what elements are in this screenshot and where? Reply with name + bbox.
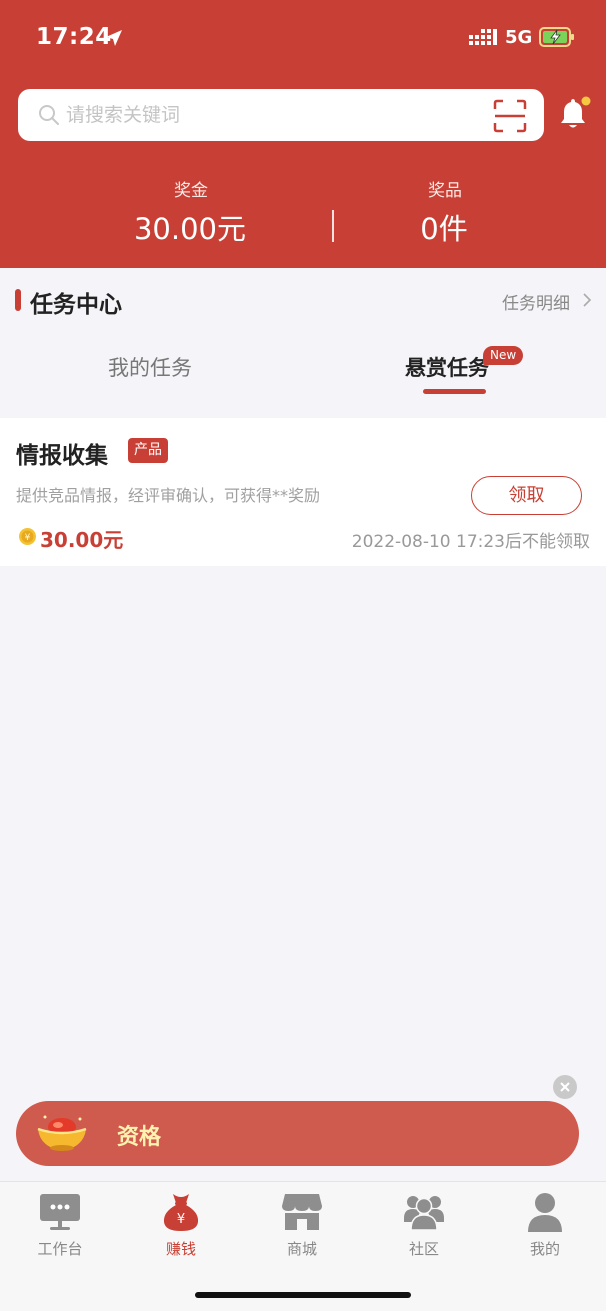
tabbar-item-community[interactable]: 社区 <box>374 1182 474 1262</box>
signal-icon <box>469 29 497 45</box>
new-badge: New <box>483 346 524 365</box>
prize-label: 奖品 <box>428 181 462 201</box>
section-title: 任务中心 <box>30 292 122 318</box>
tabbar-label: 商城 <box>286 1240 317 1258</box>
task-description: 提供竞品情报，经评审确认，可获得**奖励 <box>16 486 321 505</box>
svg-text:¥: ¥ <box>177 1212 185 1227</box>
store-icon <box>282 1194 322 1230</box>
coin-icon: ¥ <box>19 528 36 545</box>
prize-value[interactable]: 0件 <box>344 206 544 248</box>
tabbar-label: 赚钱 <box>165 1240 196 1258</box>
tabbar-label: 我的 <box>529 1240 560 1258</box>
task-deadline: 2022-08-10 17:23后不能领取 <box>351 532 590 552</box>
chevron-right-icon[interactable] <box>582 292 592 308</box>
money-bag-icon: ¥ <box>163 1194 199 1231</box>
task-center-header: 任务中心 任务明细 我的任务 悬赏任务 New <box>0 268 606 418</box>
tabbar-item-workbench[interactable]: 工作台 <box>10 1182 110 1262</box>
stats-panel: 奖金 30.00元 奖品 0件 <box>0 172 606 252</box>
title-accent-bar <box>15 289 21 311</box>
bell-icon[interactable] <box>558 96 592 132</box>
banner-close-button[interactable] <box>553 1075 577 1099</box>
task-tag: 产品 <box>128 438 168 463</box>
task-reward: 30.00元 <box>40 528 124 552</box>
search-icon <box>39 105 59 125</box>
treasure-bowl-icon <box>37 1115 87 1151</box>
tab-reward-tasks[interactable]: 悬赏任务 <box>405 352 489 382</box>
svg-text:¥: ¥ <box>25 533 31 543</box>
tabbar-item-profile[interactable]: 我的 <box>495 1182 595 1262</box>
task-card[interactable]: 情报收集 产品 提供竞品情报，经评审确认，可获得**奖励 领取 ¥ 30.00元… <box>0 418 606 566</box>
header: 17:24 5G 请搜索关键词 奖金 30.00元 奖品 0件 <box>0 0 606 268</box>
status-time: 17:24 <box>36 24 112 50</box>
community-icon <box>404 1196 444 1231</box>
task-title: 情报收集 <box>16 443 108 469</box>
tabbar-item-store[interactable]: 商城 <box>252 1182 352 1262</box>
tabbar-label: 社区 <box>408 1240 439 1258</box>
tabbar-item-earn[interactable]: ¥ 赚钱 <box>131 1182 231 1262</box>
location-arrow-icon <box>106 30 122 46</box>
workbench-icon <box>40 1194 80 1230</box>
active-tab-indicator <box>423 389 486 394</box>
close-icon <box>560 1082 570 1092</box>
status-bar: 17:24 5G <box>0 0 606 76</box>
home-indicator[interactable] <box>195 1292 411 1298</box>
claim-button[interactable]: 领取 <box>471 476 582 515</box>
bonus-label: 奖金 <box>174 181 208 201</box>
task-detail-link[interactable]: 任务明细 <box>502 289 570 314</box>
network-type: 5G <box>505 27 533 48</box>
profile-icon <box>528 1193 562 1232</box>
search-input[interactable] <box>66 89 466 141</box>
stats-divider <box>332 210 334 242</box>
banner-text: 资格 <box>117 1125 162 1150</box>
tabbar-label: 工作台 <box>37 1240 83 1258</box>
scan-icon[interactable] <box>493 99 527 133</box>
promo-banner[interactable]: 资格 <box>16 1101 579 1166</box>
tab-my-tasks[interactable]: 我的任务 <box>108 352 192 382</box>
battery-charging-icon <box>539 27 574 47</box>
bonus-value[interactable]: 30.00元 <box>90 206 290 248</box>
search-box[interactable] <box>18 89 544 141</box>
